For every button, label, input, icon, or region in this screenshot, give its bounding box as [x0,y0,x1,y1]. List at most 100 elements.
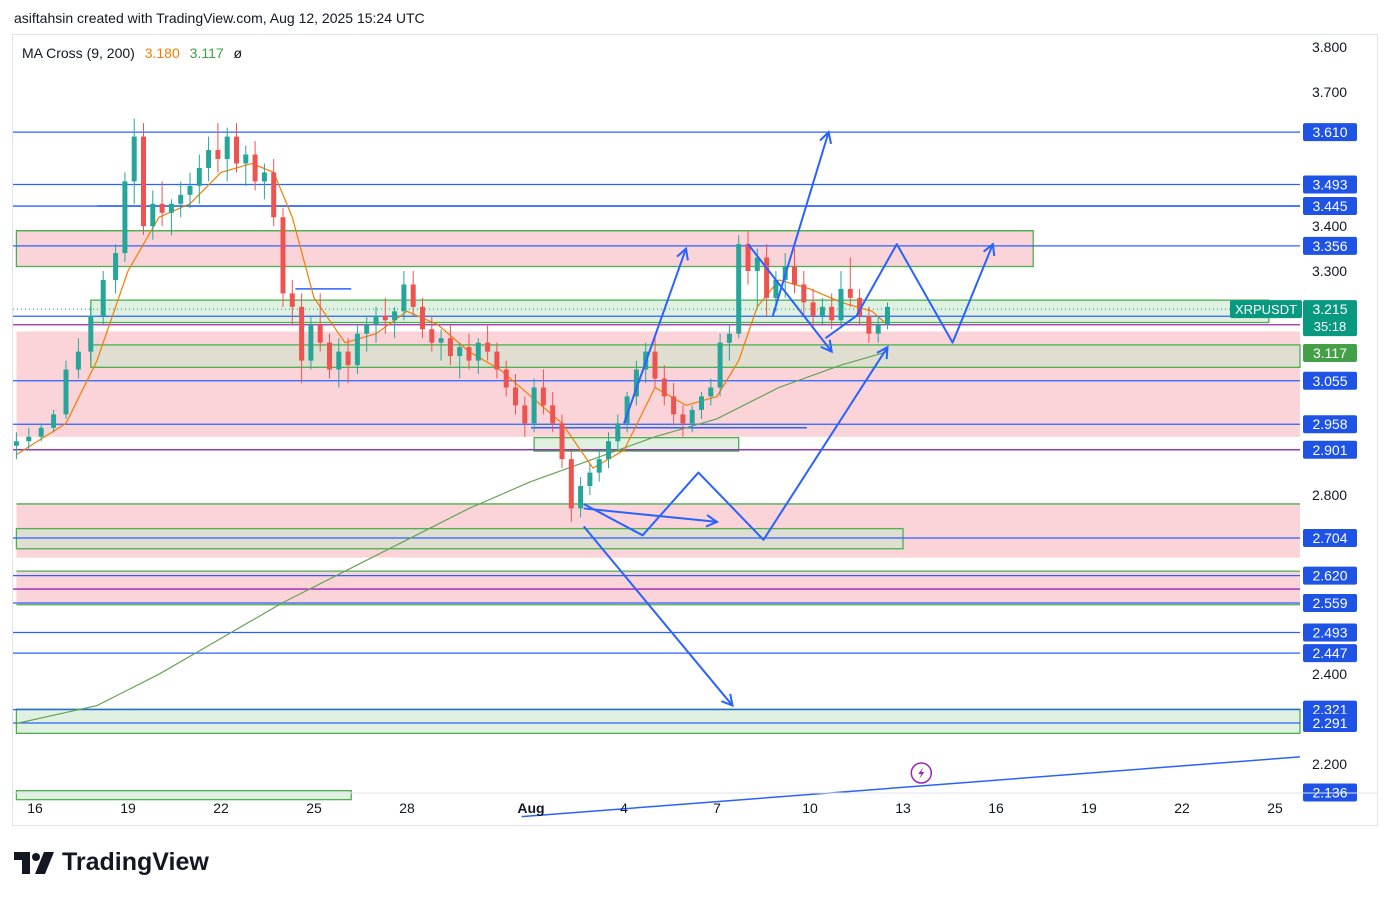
candle-body [243,154,249,164]
candle-body [578,486,584,509]
candle-body [429,329,435,343]
x-tick-label: 7 [713,800,721,816]
candle-body [187,185,193,195]
indicator-name: MA Cross (9, 200) [22,45,135,61]
candle-body [494,351,500,370]
candle-body [680,414,686,424]
candle [187,172,193,209]
y-tick-label: 3.400 [1312,218,1347,234]
candle-body [447,338,453,357]
level-badge-11-label: 2.493 [1312,625,1347,641]
indicator-fast-value: 3.180 [144,45,180,61]
countdown-label: 35:18 [1314,319,1347,334]
indicator-legend[interactable]: MA Cross (9, 200) 3.180 3.117 ø [22,45,242,61]
candle-body [38,427,44,437]
y-tick-label: 3.800 [1312,39,1347,55]
candle-body [336,351,342,370]
x-tick-label: 25 [1267,800,1283,816]
candle-body [689,409,695,424]
candle-body [345,351,351,366]
candle-body [150,203,156,227]
zone-red-0 [16,230,1034,267]
candle [838,271,844,325]
candle-body [100,279,106,316]
candle-body [596,459,602,473]
y-tick-label: 3.700 [1312,84,1347,100]
candle-body [26,436,32,442]
candle-body [513,387,518,406]
level-badge-14-label: 2.291 [1312,715,1347,731]
candle [234,123,239,173]
x-tick-label: 4 [620,800,628,816]
zone-green-7 [15,527,904,550]
tradingview-logo[interactable]: TradingView [14,848,209,877]
candle [271,159,277,227]
indicator-slow-value: 3.117 [189,45,224,61]
candle-body [606,441,611,460]
level-badge-15-label: 2.136 [1312,784,1347,800]
zone-green-9 [15,790,352,801]
candle [717,333,723,397]
candle [736,235,742,339]
candle-body [215,150,221,159]
y-tick-label: 2.400 [1312,666,1347,682]
candle-body [308,324,314,361]
candle-body [131,136,137,182]
candle [252,141,258,191]
candle-body [531,387,537,424]
candle-body [745,244,751,271]
candle [122,172,128,263]
candle-body [875,324,881,334]
candle-body [699,396,704,410]
projection-path-5 [771,131,830,317]
x-tick-label: 22 [213,800,229,816]
candle-body [726,333,732,343]
candle-body [373,315,379,325]
candle-body [438,338,444,343]
candle-body [540,387,546,406]
level-badge-5-label: 3.055 [1312,373,1347,389]
zone-green-6 [533,437,740,452]
candle-body [819,306,825,316]
brand-name: TradingView [62,848,209,876]
candle-body [615,423,621,442]
candle-body [317,324,323,343]
candle-body [354,333,360,366]
indicator-suffix: ø [233,45,243,61]
level-badge-1-label: 3.493 [1312,177,1347,193]
tradingview-logo-icon [14,851,54,874]
candle-body [838,288,844,321]
price-chart[interactable]: 3.800 3.700 3.400 3.300 2.800 2.400 2.200 3.610… [0,0,1392,900]
candle-body [708,387,714,397]
candle-body [168,203,174,213]
candle [596,450,602,482]
y-tick-label: 3.300 [1312,263,1347,279]
x-tick-label: 25 [306,800,322,816]
candle [178,181,184,218]
candle-body [178,194,184,204]
candle-body [252,154,258,182]
candle [168,199,174,236]
zone-green-5 [90,344,1301,368]
last-price-label: 3.215 [1312,301,1347,317]
candle-body [810,302,816,316]
candle-body [457,347,463,357]
candle-body [652,351,658,379]
candle-body [847,288,853,298]
candle-body [289,293,295,307]
y-tick-label: 2.800 [1312,487,1347,503]
candle-body [661,378,667,397]
candle-body [885,306,890,325]
x-tick-label: 28 [399,800,415,816]
candle [159,181,165,227]
candle-body [75,351,81,370]
candle-body [401,284,407,312]
candle-body [63,369,69,415]
candle-body [485,342,491,352]
x-tick-label: 13 [895,800,911,816]
candle-body [51,414,57,428]
candle-body [122,181,128,254]
candle-body [475,342,481,361]
symbol-badge-label: XRPUSDT [1235,302,1297,317]
level-badge-8-label: 2.704 [1312,530,1347,546]
